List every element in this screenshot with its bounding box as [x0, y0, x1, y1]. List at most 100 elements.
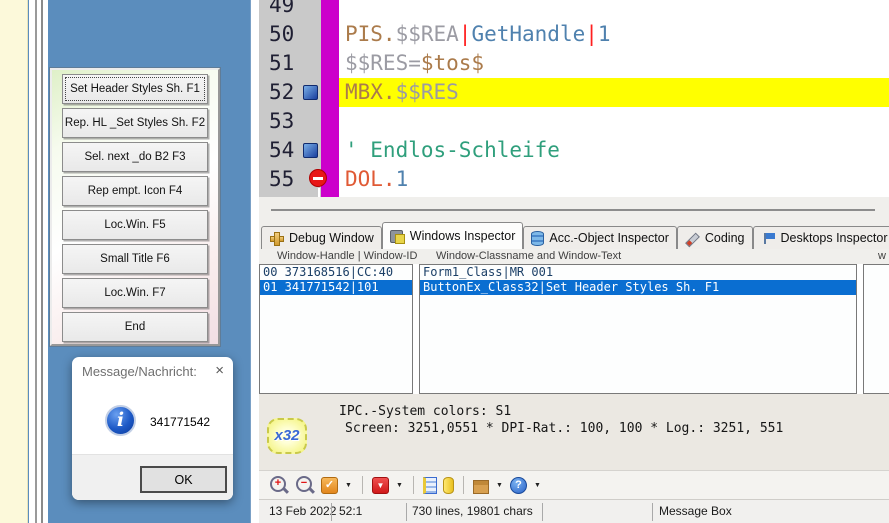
- zoom-in-icon[interactable]: [269, 475, 289, 495]
- list-item[interactable]: Form1_Class|MR 001: [420, 265, 856, 280]
- close-icon[interactable]: ×: [215, 362, 224, 379]
- tab-label: Desktops Inspector: [781, 231, 888, 245]
- splitter-handle[interactable]: [271, 209, 875, 211]
- code-token: GetHandle: [471, 22, 585, 46]
- inspector-tabbar: Debug Window Windows Inspector Acc.-Obje…: [259, 222, 889, 249]
- code-line-50[interactable]: PIS.$$REA|GetHandle|1: [339, 20, 889, 49]
- list-item-selected[interactable]: ButtonEx_Class32|Set Header Styles Sh. F…: [420, 280, 856, 295]
- left-cream-strip: [0, 0, 28, 523]
- bottom-toolbar: ✓ ▼ ▼ ▼ ▼ ? ▼: [259, 470, 889, 499]
- window-edge-strip: [29, 0, 48, 523]
- button-loc-win-f7[interactable]: Loc.Win. F7: [62, 278, 208, 308]
- plus-icon: [269, 231, 284, 246]
- code-line-51[interactable]: $$RES=$tos$: [339, 49, 889, 78]
- list-item[interactable]: 00 373168516|CC:40: [260, 265, 412, 280]
- breakpoint-icon[interactable]: [309, 169, 327, 187]
- tab-label: Acc.-Object Inspector: [549, 231, 669, 245]
- button-end[interactable]: End: [62, 312, 208, 342]
- message-box: Message/Nachricht: × i 341771542 OK: [72, 357, 233, 500]
- bookmark-icon[interactable]: [303, 143, 318, 158]
- code-token: DOL.: [345, 167, 396, 191]
- window-extra-list[interactable]: [863, 264, 889, 394]
- line-number: 51: [259, 49, 321, 78]
- line-number: 49: [259, 0, 321, 20]
- chevron-down-icon[interactable]: ▼: [495, 482, 504, 489]
- info-icon: i: [105, 405, 136, 436]
- x32-badge: x32: [267, 418, 307, 454]
- window-inspector-icon: [390, 229, 405, 244]
- check-icon[interactable]: ✓: [321, 477, 338, 494]
- splitter[interactable]: [259, 197, 889, 222]
- red-arrow-icon[interactable]: ▼: [372, 477, 389, 494]
- status-divider: [542, 503, 543, 521]
- tab-coding[interactable]: Coding: [677, 226, 753, 249]
- tab-windows-inspector[interactable]: Windows Inspector: [382, 222, 524, 249]
- list-item-selected[interactable]: 01 341771542|101: [260, 280, 412, 295]
- window-classname-list[interactable]: Form1_Class|MR 001 ButtonEx_Class32|Set …: [419, 264, 857, 394]
- screen-dpi-text: Screen: 3251,0551 * DPI-Rat.: 100, 100 *…: [345, 421, 783, 436]
- code-token: ' Endlos-Schleife: [345, 138, 560, 162]
- ok-button[interactable]: OK: [140, 466, 227, 493]
- screen: Set Header Styles Sh. F1 Rep. HL _Set St…: [0, 0, 889, 523]
- database-icon: [531, 231, 544, 246]
- code-line-55[interactable]: DOL.1: [339, 165, 889, 194]
- message-box-value: 341771542: [150, 415, 210, 429]
- code-token: $$RES: [396, 80, 459, 104]
- button-rep-empt-icon-f4[interactable]: Rep empt. Icon F4: [62, 176, 208, 206]
- bookmark-icon[interactable]: [303, 85, 318, 100]
- tab-label: Windows Inspector: [410, 229, 516, 243]
- battery-icon[interactable]: [443, 477, 454, 494]
- status-divider: [652, 503, 653, 521]
- button-small-title-f6[interactable]: Small Title F6: [62, 244, 208, 274]
- code-token: 1: [598, 22, 611, 46]
- column-header-window: w: [878, 250, 886, 262]
- button-set-header-styles-f1[interactable]: Set Header Styles Sh. F1: [62, 74, 208, 104]
- code-token: 1: [396, 167, 409, 191]
- button-loc-win-f5[interactable]: Loc.Win. F5: [62, 210, 208, 240]
- edge-line: [35, 0, 37, 523]
- package-icon[interactable]: [473, 480, 489, 494]
- selection-margin[interactable]: [321, 0, 339, 197]
- status-divider: [331, 503, 332, 521]
- status-doc-stats: 730 lines, 19801 chars: [412, 500, 533, 522]
- toolbar-separator: [413, 476, 414, 494]
- status-divider: [406, 503, 407, 521]
- code-token: MBX.: [345, 80, 396, 104]
- tab-debug-window[interactable]: Debug Window: [261, 226, 382, 249]
- tab-label: Debug Window: [289, 231, 374, 245]
- status-date: 13 Feb 2022: [269, 500, 336, 522]
- report-icon[interactable]: [423, 477, 437, 494]
- status-caret-position: 52:1: [339, 500, 362, 522]
- button-sel-next-do-b2-f3[interactable]: Sel. next _do B2 F3: [62, 142, 208, 172]
- help-icon[interactable]: ?: [510, 477, 527, 494]
- column-header-classname: Window-Classname and Window-Text: [436, 250, 621, 262]
- zoom-out-icon[interactable]: [295, 475, 315, 495]
- window-handle-list[interactable]: 00 373168516|CC:40 01 341771542|101: [259, 264, 413, 394]
- tab-acc-object-inspector[interactable]: Acc.-Object Inspector: [523, 226, 677, 249]
- code-token: |: [459, 22, 472, 46]
- chevron-down-icon[interactable]: ▼: [533, 482, 542, 489]
- code-token: PIS.: [345, 22, 396, 46]
- status-mode: Message Box: [659, 500, 732, 522]
- code-token: $$REA: [396, 22, 459, 46]
- chevron-down-icon[interactable]: ▼: [344, 482, 353, 489]
- code-line-52-highlighted[interactable]: MBX.$$RES: [339, 78, 889, 107]
- status-bar: 13 Feb 2022 52:1 730 lines, 19801 chars …: [259, 499, 889, 523]
- ipc-system-colors-text: IPC.-System colors: S1: [339, 404, 511, 419]
- button-rep-hl-set-styles-f2[interactable]: Rep. HL _Set Styles Sh. F2: [62, 108, 208, 138]
- code-token: $tos$: [421, 51, 484, 75]
- tab-desktops-inspector[interactable]: Desktops Inspector: [753, 226, 889, 249]
- info-icon-glyph: i: [117, 409, 124, 431]
- code-editor[interactable]: 49 50 51 52 53 54 55 PIS.$$REA|GetHandle…: [259, 0, 889, 197]
- code-line-54[interactable]: ' Endlos-Schleife: [339, 136, 889, 165]
- pen-icon: [685, 231, 700, 246]
- code-area[interactable]: PIS.$$REA|GetHandle|1 $$RES=$tos$ MBX.$$…: [339, 0, 889, 197]
- system-info-panel: x32 IPC.-System colors: S1 Screen: 3251,…: [259, 394, 889, 470]
- toolbar-separator: [463, 476, 464, 494]
- launcher-panel: Set Header Styles Sh. F1 Rep. HL _Set St…: [50, 68, 220, 346]
- main-window: 49 50 51 52 53 54 55 PIS.$$REA|GetHandle…: [250, 0, 889, 523]
- inspector-column-headers: Window-Handle | Window-ID Window-Classna…: [259, 249, 889, 264]
- toolbar-separator: [362, 476, 363, 494]
- caret: [318, 188, 320, 197]
- chevron-down-icon[interactable]: ▼: [395, 482, 404, 489]
